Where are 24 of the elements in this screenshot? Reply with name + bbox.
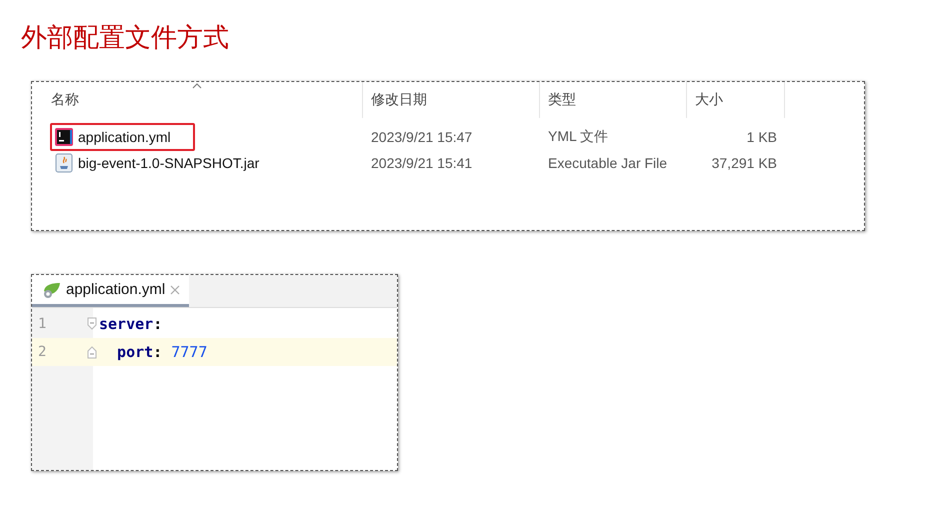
- line-number: 2: [37, 344, 48, 360]
- file-size: 1 KB: [746, 129, 778, 145]
- code-text: port: 7777: [116, 343, 208, 361]
- file-name[interactable]: big-event-1.0-SNAPSHOT.jar: [78, 155, 260, 171]
- column-header[interactable]: 类型: [540, 82, 687, 118]
- fold-icon[interactable]: [87, 317, 97, 331]
- java-file-icon: [54, 153, 74, 173]
- column-header[interactable]: 修改日期: [363, 82, 540, 118]
- file-size: 37,291 KB: [710, 155, 778, 171]
- slide-title: 外部配置文件方式: [21, 22, 229, 54]
- column-header[interactable]: 名称: [32, 82, 363, 118]
- file-tab[interactable]: application.yml: [32, 275, 190, 307]
- modified-date: 2023/9/21 15:41: [370, 155, 474, 171]
- file-name[interactable]: application.yml: [78, 129, 171, 145]
- fold-icon[interactable]: [87, 345, 97, 359]
- file-type: YML 文件: [547, 128, 610, 146]
- column-header[interactable]: 大小: [687, 82, 785, 118]
- leaf-icon: [42, 280, 62, 298]
- code-text: server:: [99, 315, 162, 333]
- close-icon[interactable]: [169, 284, 182, 296]
- file-type: Executable Jar File: [547, 155, 668, 171]
- file-icon: [54, 127, 74, 147]
- line-number: 1: [37, 316, 48, 332]
- modified-date: 2023/9/21 15:47: [370, 129, 474, 145]
